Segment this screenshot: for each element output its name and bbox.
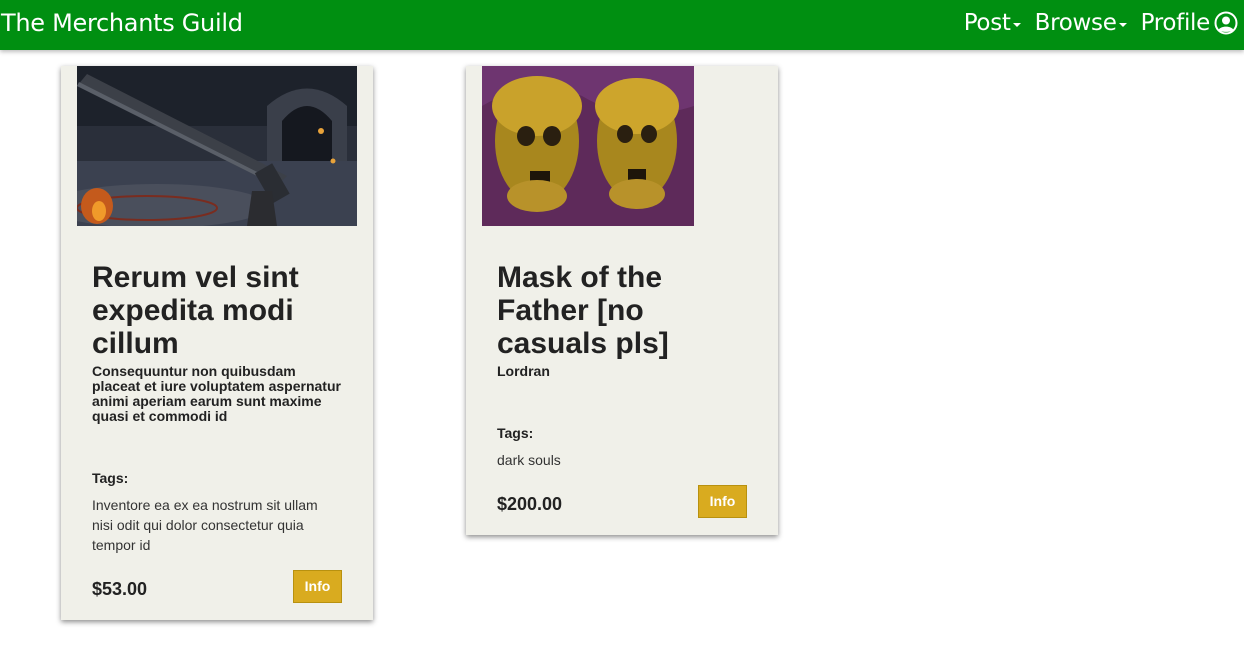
- tags-label: Tags:: [497, 425, 534, 441]
- nav-browse-dropdown[interactable]: Browse: [1035, 10, 1127, 36]
- caret-down-icon: [1118, 23, 1127, 27]
- navbar: The Merchants Guild Post Browse Profile: [0, 0, 1244, 50]
- nav-post-dropdown[interactable]: Post: [964, 10, 1021, 36]
- nav-profile-label: Profile: [1140, 10, 1211, 36]
- tags-label: Tags:: [92, 470, 129, 486]
- caret-down-icon: [1012, 23, 1021, 27]
- listing-subtitle: Lordran: [497, 363, 550, 379]
- listing-title: Rerum vel sint expedita modi cillum: [92, 261, 299, 360]
- listing-image: [482, 66, 694, 226]
- nav-post-label: Post: [963, 10, 1011, 36]
- listing-image: [77, 66, 357, 226]
- listing-title: Mask of the Father [no casuals pls]: [497, 261, 669, 360]
- nav-menu: Post Browse Profile: [950, 10, 1238, 36]
- user-circle-icon: [1214, 11, 1238, 35]
- info-button[interactable]: Info: [698, 485, 747, 518]
- listing-card: Mask of the Father [no casuals pls] Lord…: [466, 66, 778, 535]
- info-button[interactable]: Info: [293, 570, 342, 603]
- tags-value: dark souls: [497, 452, 561, 468]
- brand-link[interactable]: The Merchants Guild: [1, 9, 243, 37]
- listing-subtitle: Consequuntur non quibusdam placeat et iu…: [92, 363, 341, 424]
- nav-browse-label: Browse: [1034, 10, 1117, 36]
- listing-price: $200.00: [497, 494, 563, 514]
- listing-price: $53.00: [92, 579, 148, 599]
- listing-body: Mask of the Father [no casuals pls] Lord…: [497, 261, 747, 379]
- tags-value: Inventore ea ex ea nostrum sit ullam nis…: [92, 497, 318, 553]
- listing-card: Rerum vel sint expedita modi cillum Cons…: [61, 66, 373, 620]
- nav-profile-link[interactable]: Profile: [1141, 10, 1238, 36]
- listing-body: Rerum vel sint expedita modi cillum Cons…: [92, 261, 342, 424]
